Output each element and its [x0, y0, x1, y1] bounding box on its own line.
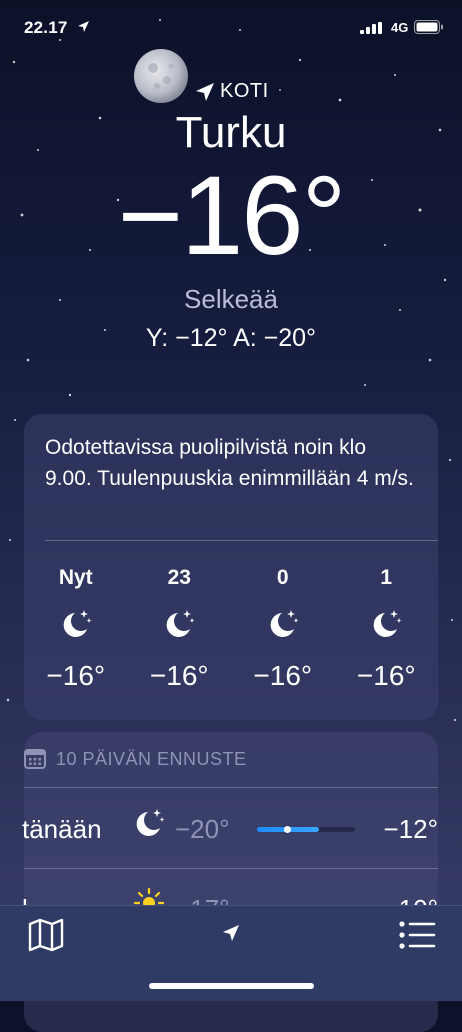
hour-item: 0 −16° — [231, 554, 335, 692]
map-icon[interactable] — [28, 918, 64, 952]
hour-label: Nyt — [58, 566, 93, 589]
list-icon[interactable] — [398, 918, 436, 952]
hour-item: Nyt −16° — [24, 554, 128, 692]
divider — [45, 540, 438, 541]
temperature-range-bar — [257, 825, 355, 833]
location-arrow-icon[interactable] — [222, 924, 240, 942]
hour-item: 1 −16° — [335, 554, 439, 692]
day-high: −12° — [383, 813, 438, 844]
battery-icon — [414, 20, 443, 34]
divider — [24, 787, 438, 788]
location-arrow-icon — [78, 21, 89, 32]
moon-stars-icon — [63, 610, 92, 637]
forecast-summary: Odotettavissa puolipilvistä noin klo 9.0… — [45, 436, 414, 490]
hour-temp: −16° — [149, 660, 209, 691]
current-temp-dot — [283, 825, 291, 833]
current-temperature: −16° — [117, 153, 347, 278]
divider — [24, 868, 438, 869]
hour-label: 0 — [276, 566, 289, 589]
calendar-icon — [24, 749, 46, 769]
forecast-title: 10 PÄIVÄN ENNUSTE — [56, 748, 247, 769]
signal-icon — [360, 22, 382, 34]
city-name: Turku — [175, 108, 287, 157]
moon-stars-icon — [136, 809, 165, 836]
day-low: −20° — [175, 813, 230, 844]
high-low: Y: −12° A: −20° — [145, 324, 317, 352]
forecast-header: 10 PÄIVÄN ENNUSTE — [24, 748, 247, 770]
home-indicator — [149, 983, 314, 989]
hour-temp: −16° — [46, 660, 106, 691]
hourly-list[interactable]: Nyt −16° 23 −16° 0 −16° 1 −16° — [24, 554, 438, 692]
forecast-day-row[interactable]: tänään −20° −12° — [0, 790, 462, 868]
hour-temp: −16° — [356, 660, 416, 691]
moon-icon — [134, 49, 188, 103]
status-time: 22.17 — [24, 18, 68, 37]
moon-stars-icon — [373, 610, 402, 637]
hour-item: 23 −16° — [128, 554, 232, 692]
home-location-label: KOTI — [194, 80, 269, 103]
current-condition: Selkeää — [184, 284, 278, 314]
hour-label: 1 — [380, 566, 393, 589]
day-name: tänään — [22, 813, 102, 844]
network-type: 4G — [391, 20, 409, 35]
hourly-forecast-card[interactable]: Odotettavissa puolipilvistä noin klo 9.0… — [24, 414, 438, 720]
hour-temp: −16° — [253, 660, 313, 691]
home-label: KOTI — [220, 80, 269, 102]
location-arrow-icon — [196, 82, 214, 101]
hour-label: 23 — [167, 566, 191, 589]
moon-stars-icon — [270, 610, 299, 637]
moon-stars-icon — [166, 610, 195, 637]
status-bar: 22.17 4G — [0, 0, 462, 52]
